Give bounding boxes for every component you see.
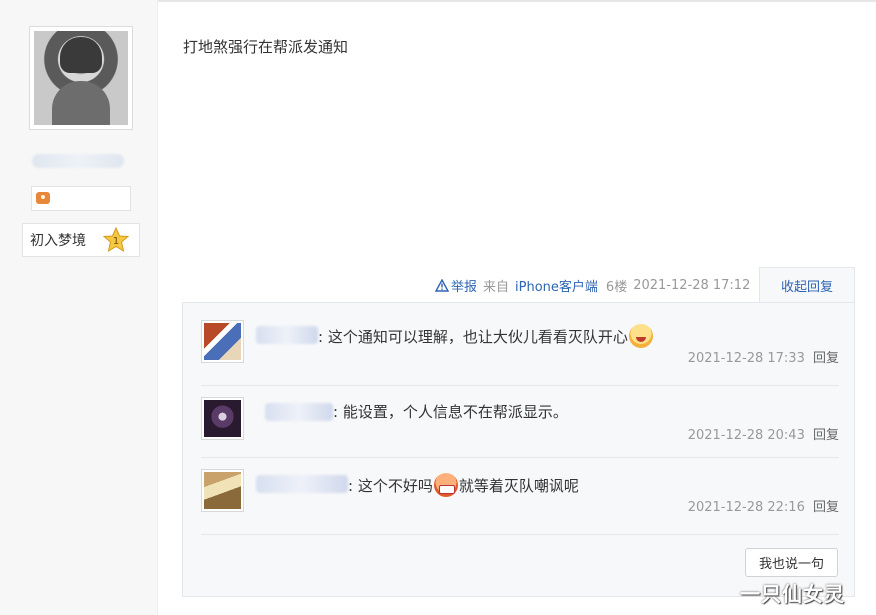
reply-time: 2021-12-28 22:16 (687, 500, 805, 515)
reply-time: 2021-12-28 17:33 (687, 351, 805, 366)
reply-divider (201, 385, 839, 386)
reply-avatar[interactable] (201, 397, 244, 440)
avatar-image (34, 31, 128, 125)
reply-avatar[interactable] (201, 469, 244, 512)
reply-username-blurred[interactable] (265, 403, 333, 421)
reply-avatar[interactable] (201, 320, 244, 363)
reply-item: : 能设置，个人信息不在帮派显示。 2021-12-28 20:43 回复 (201, 397, 839, 457)
client-link[interactable]: iPhone客户端 (515, 276, 598, 295)
source-prefix: 来自 (483, 279, 510, 295)
reply-text: : 能设置，个人信息不在帮派显示。 (333, 401, 568, 422)
user-level[interactable]: 初入梦境 1 (22, 223, 140, 257)
user-badge-box (31, 186, 131, 211)
reply-time: 2021-12-28 20:43 (687, 428, 805, 443)
reply-footer: 2021-12-28 17:33 回复 (688, 347, 839, 366)
reply-text: : 这个不好吗 就等着灭队嘲讽呢 (348, 473, 579, 497)
reply-text-body: : 这个不好吗 (348, 476, 433, 495)
laughing-emoji-icon (628, 324, 653, 348)
level-label: 初入梦境 (30, 233, 86, 249)
reply-username-blurred[interactable] (256, 475, 348, 493)
reply-button[interactable]: 回复 (813, 428, 839, 443)
reply-footer: 2021-12-28 20:43 回复 (688, 424, 839, 443)
post-time: 2021-12-28 17:12 (633, 277, 751, 293)
reply-footer: 2021-12-28 22:16 回复 (688, 496, 839, 515)
user-sidebar: 初入梦境 1 (0, 0, 158, 615)
collapse-replies-button[interactable]: 收起回复 (759, 267, 855, 303)
level-star-icon: 1 (103, 227, 129, 253)
reply-text: : 这个通知可以理解，也让大伙儿看看灭队开心 (318, 324, 654, 348)
reply-item: : 这个不好吗 就等着灭队嘲讽呢 2021-12-28 22:16 回复 (201, 469, 839, 529)
watermark: 一只仙女灵 (740, 582, 845, 606)
post-content: 打地煞强行在帮派发通知 (183, 38, 349, 56)
reply-text-body: : 能设置，个人信息不在帮派显示。 (333, 403, 568, 421)
reply-divider (201, 457, 839, 458)
angry-emoji-icon (433, 473, 458, 497)
floor-number: 6楼 (605, 279, 628, 295)
reply-divider (201, 534, 839, 535)
reply-text-tail: 就等着灭队嘲讽呢 (458, 476, 579, 495)
level-number: 1 (113, 236, 119, 247)
add-reply-button[interactable]: 我也说一句 (745, 548, 838, 577)
reply-username-blurred[interactable] (256, 326, 318, 344)
user-avatar[interactable] (29, 26, 133, 130)
reply-text-body: : 这个通知可以理解，也让大伙儿看看灭队开心 (318, 327, 628, 346)
reply-button[interactable]: 回复 (813, 500, 839, 515)
report-link[interactable]: 举报 (435, 276, 477, 295)
reply-button[interactable]: 回复 (813, 351, 839, 366)
reply-panel: : 这个通知可以理解，也让大伙儿看看灭队开心 2021-12-28 17:33 … (182, 302, 855, 597)
reply-item: : 这个通知可以理解，也让大伙儿看看灭队开心 2021-12-28 17:33 … (201, 320, 839, 380)
username-blurred[interactable] (32, 154, 124, 168)
warning-icon (435, 278, 449, 292)
report-label: 举报 (451, 279, 478, 295)
post-meta: 举报 来自 iPhone客户端 6楼 2021-12-28 17:12 (435, 276, 756, 295)
game-controller-icon (36, 192, 50, 204)
